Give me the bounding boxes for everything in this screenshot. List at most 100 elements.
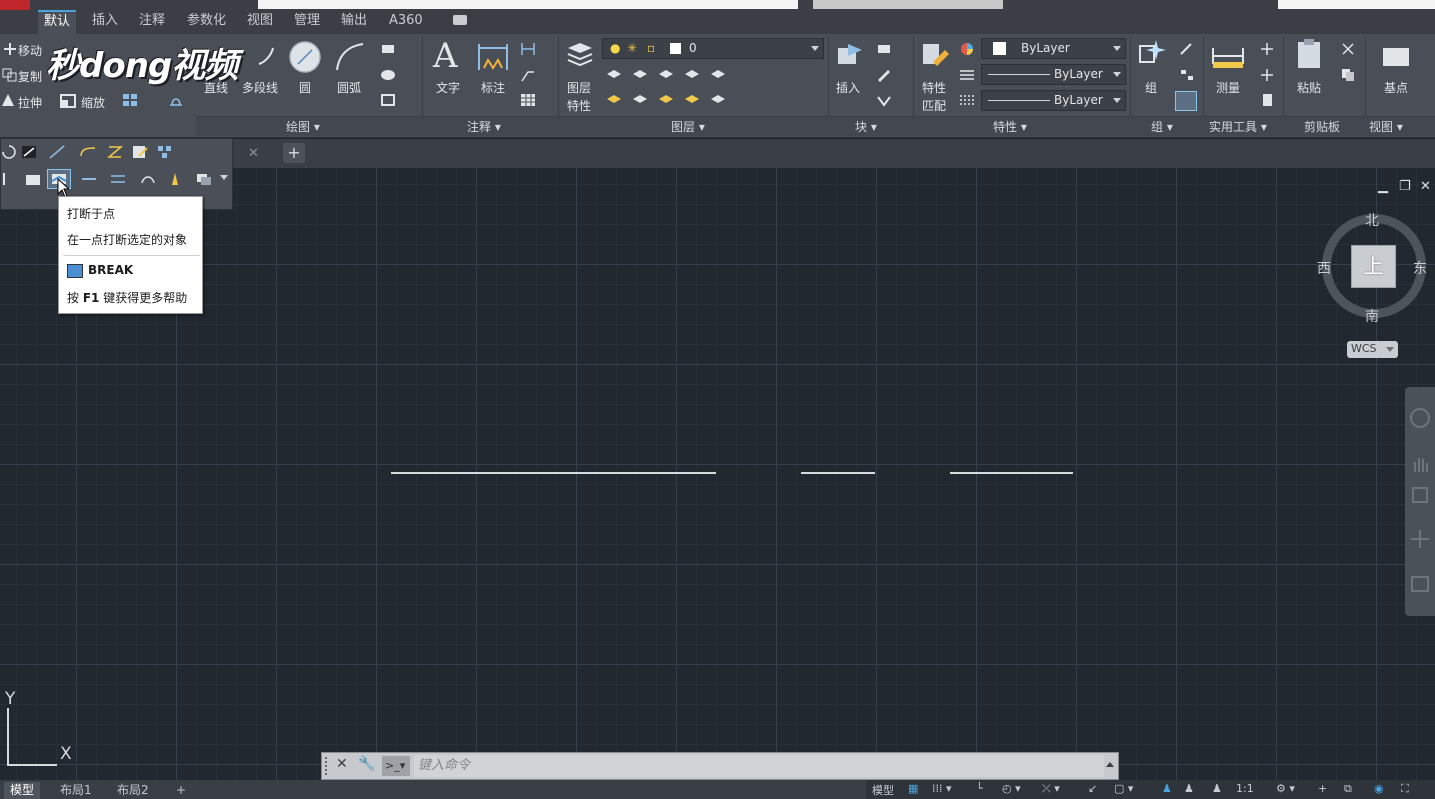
lineweight-toggle-icon[interactable]: ↙ (1088, 782, 1097, 795)
tab-a360[interactable]: A360 (383, 10, 429, 34)
edit-polyline-icon[interactable] (131, 144, 149, 160)
trim-icon[interactable] (20, 144, 38, 160)
stretch-button[interactable]: 拉伸 (18, 94, 42, 111)
polyline-button[interactable]: 多段线 (242, 79, 278, 96)
ortho-icon[interactable]: └ (976, 782, 983, 795)
showmotion-icon[interactable] (1409, 573, 1431, 595)
align-icon[interactable] (166, 171, 184, 187)
layer-tool-icon[interactable] (606, 93, 622, 107)
properties-label[interactable]: 特性 (922, 79, 946, 96)
panel-title-layers[interactable]: 图层 ▾ (671, 118, 705, 135)
chevron-down-icon[interactable] (220, 175, 228, 180)
grid-icon[interactable]: ▦ (908, 782, 918, 795)
selection-cycling-icon[interactable]: ▢ ▾ (1114, 782, 1133, 795)
linetype-icon[interactable] (959, 93, 975, 107)
group-button[interactable]: 组 (1145, 79, 1157, 96)
base-point-button[interactable]: 基点 (1384, 79, 1408, 96)
explode-icon[interactable] (106, 144, 124, 160)
recent-commands-button[interactable]: >_▾ (382, 756, 410, 776)
color-dropdown[interactable]: ByLayer (981, 38, 1126, 59)
rectangle-icon[interactable] (380, 42, 396, 56)
match-properties-icon[interactable] (919, 40, 951, 72)
auto-scale-icon[interactable]: ♟ (1184, 782, 1194, 795)
linetype-dropdown[interactable]: ByLayer (981, 90, 1126, 111)
dimension-icon[interactable] (476, 40, 510, 74)
layer-tool-icon[interactable] (658, 93, 674, 107)
pan-hand-icon[interactable] (1409, 452, 1431, 474)
tab-manage[interactable]: 管理 (288, 10, 326, 34)
panel-title-block[interactable]: 块 ▾ (855, 118, 877, 135)
point-icon[interactable] (1259, 68, 1275, 82)
compass-west[interactable]: 西 (1317, 258, 1331, 278)
command-input[interactable]: 键入命令 (414, 755, 1104, 777)
move-icon[interactable] (2, 42, 18, 56)
layer-properties-label-2[interactable]: 特性 (567, 97, 591, 114)
stretch-icon[interactable] (0, 93, 16, 107)
measure-icon[interactable] (1211, 42, 1245, 70)
compass-north[interactable]: 北 (1365, 210, 1379, 230)
polyline-icon[interactable] (255, 44, 279, 68)
edit-block-icon[interactable] (876, 68, 892, 82)
close-command-icon[interactable]: ✕ (336, 756, 348, 772)
annotation-scale-value[interactable]: 1:1 (1236, 782, 1254, 795)
panel-title-annotation[interactable]: 注释 ▾ (467, 118, 501, 135)
layer-properties-icon[interactable] (565, 40, 595, 70)
close-tab-icon[interactable]: ✕ (248, 146, 259, 161)
leader-icon[interactable] (520, 68, 536, 82)
calculator-icon[interactable] (1259, 93, 1275, 107)
compass-south[interactable]: 南 (1365, 306, 1379, 326)
arc-button[interactable]: 圆弧 (337, 79, 361, 96)
arc-icon[interactable] (333, 40, 367, 74)
annotation-visibility-icon[interactable]: ♟ (1162, 782, 1172, 795)
scale-button[interactable]: 缩放 (81, 94, 105, 111)
group-selection-toggle[interactable] (1175, 91, 1197, 111)
table-icon[interactable] (520, 93, 536, 107)
compass-east[interactable]: 东 (1413, 258, 1427, 278)
tab-layout1[interactable]: 布局1 (54, 782, 98, 799)
line-segment-3[interactable] (950, 472, 1073, 474)
tab-parametric[interactable]: 参数化 (181, 10, 232, 34)
group-edit-icon[interactable] (1179, 68, 1195, 82)
linear-dimension-icon[interactable] (520, 42, 536, 56)
ungroup-icon[interactable] (1179, 42, 1195, 56)
command-line-grip[interactable] (325, 757, 329, 775)
tab-view[interactable]: 视图 (241, 10, 279, 34)
tab-layout2[interactable]: 布局2 (111, 782, 155, 799)
steering-wheel-icon[interactable] (1409, 407, 1431, 429)
hatch-icon[interactable] (380, 68, 396, 82)
isolate-objects-icon[interactable]: ⧉ (1344, 782, 1352, 796)
scale-icon[interactable] (60, 94, 76, 108)
group-icon[interactable] (1136, 38, 1168, 70)
fullscreen-icon[interactable]: ⛶ (1401, 782, 1409, 796)
color-wheel-icon[interactable] (959, 42, 975, 56)
match-label[interactable]: 匹配 (922, 97, 946, 114)
erase-icon[interactable] (24, 171, 42, 187)
copy-icon[interactable] (2, 68, 18, 82)
close-viewport-icon[interactable]: ✕ (1420, 179, 1431, 194)
lineweight-dropdown[interactable]: ByLayer (981, 64, 1126, 85)
insert-block-icon[interactable] (834, 40, 866, 72)
new-tab-button[interactable]: + (283, 143, 305, 163)
wrench-icon[interactable]: 🔧 (358, 756, 375, 772)
line-segment-2[interactable] (801, 472, 875, 474)
circle-button[interactable]: 圆 (299, 79, 311, 96)
circle-icon[interactable] (288, 40, 322, 74)
reverse-icon[interactable] (109, 171, 127, 187)
panel-title-properties[interactable]: 特性 ▾ (993, 118, 1027, 135)
text-icon[interactable]: A (433, 36, 458, 76)
polar-icon[interactable]: ◴ ▾ (1002, 782, 1021, 795)
snap-icon[interactable]: ⁞⁞⁞ ▾ (932, 782, 952, 795)
cut-icon[interactable] (1340, 42, 1356, 56)
dimension-button[interactable]: 标注 (481, 79, 505, 96)
restore-viewport-icon[interactable]: ❐ (1399, 179, 1411, 194)
base-point-icon[interactable] (1381, 42, 1413, 70)
tab-default[interactable]: 默认 (38, 10, 77, 34)
panel-title-view[interactable]: 视图 ▾ (1369, 118, 1403, 135)
layer-tool-icon[interactable] (684, 93, 700, 107)
chevron-up-icon[interactable] (1106, 762, 1114, 767)
add-layout-button[interactable]: + (170, 782, 192, 799)
create-block-icon[interactable] (876, 42, 892, 56)
add-icon[interactable]: + (1318, 782, 1327, 795)
rotate-icon[interactable] (0, 144, 18, 160)
panel-title-group[interactable]: 组 ▾ (1151, 118, 1173, 135)
